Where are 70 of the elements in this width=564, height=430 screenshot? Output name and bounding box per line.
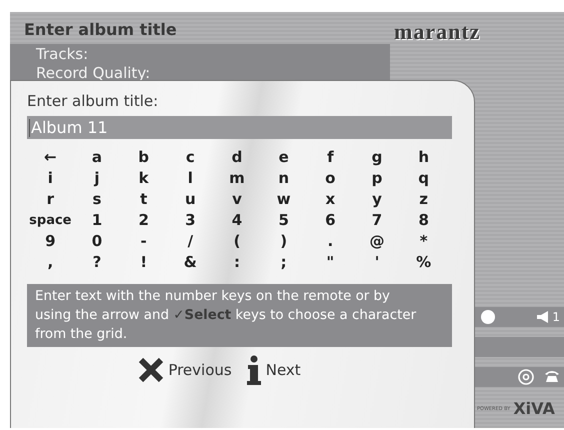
keyboard-key[interactable]: l bbox=[188, 168, 193, 189]
keyboard-key[interactable]: z bbox=[419, 189, 428, 210]
keyboard-key[interactable]: j bbox=[94, 168, 100, 189]
xiva-logo: XiVA bbox=[513, 399, 555, 418]
keyboard-key[interactable]: w bbox=[276, 189, 291, 210]
keyboard-key[interactable]: 2 bbox=[138, 210, 149, 231]
keyboard-key[interactable]: * bbox=[420, 231, 428, 252]
help-text: Enter text with the number keys on the remote or by using the arrow and ✓Select keys to choose a character from the grid. bbox=[27, 284, 452, 347]
keyboard-key[interactable]: space bbox=[29, 210, 72, 231]
info-label: Record Quality: bbox=[36, 64, 150, 83]
keyboard-key[interactable]: f bbox=[327, 147, 334, 168]
brand-logo: marantz bbox=[394, 20, 480, 44]
keyboard-key[interactable]: @ bbox=[369, 231, 384, 252]
keyboard-key[interactable]: q bbox=[418, 168, 430, 189]
phone-icon bbox=[544, 369, 560, 383]
keyboard-key[interactable]: y bbox=[372, 189, 382, 210]
keyboard-key[interactable]: 7 bbox=[372, 210, 382, 231]
keyboard-key[interactable]: ← bbox=[44, 147, 57, 168]
keyboard-key[interactable]: / bbox=[188, 231, 194, 252]
keyboard-key[interactable]: 1 bbox=[92, 210, 102, 231]
keyboard-key[interactable]: t bbox=[140, 189, 148, 210]
keyboard-key[interactable]: v bbox=[232, 189, 242, 210]
keyboard-key[interactable]: - bbox=[140, 231, 147, 252]
keyboard-key[interactable]: , bbox=[47, 252, 54, 273]
keyboard-key[interactable]: s bbox=[92, 189, 102, 210]
keyboard-key[interactable]: 6 bbox=[325, 210, 336, 231]
record-icon bbox=[481, 310, 495, 324]
screen-title: Enter album title bbox=[23, 19, 178, 41]
keyboard-key[interactable]: ( bbox=[234, 231, 240, 252]
keyboard-key[interactable]: o bbox=[325, 168, 336, 189]
keyboard-key[interactable]: . bbox=[327, 231, 334, 252]
keyboard-key[interactable]: 0 bbox=[92, 231, 102, 252]
keyboard-key[interactable]: b bbox=[138, 147, 150, 168]
keyboard-key[interactable]: 4 bbox=[232, 210, 242, 231]
keyboard-key[interactable]: h bbox=[418, 147, 429, 168]
cross-icon bbox=[138, 357, 164, 383]
volume-level: 1 bbox=[552, 310, 560, 324]
keyboard-key[interactable]: 5 bbox=[278, 210, 289, 231]
previous-button[interactable]: Previous bbox=[138, 355, 232, 385]
keyboard-key[interactable]: ? bbox=[92, 252, 102, 273]
disc-icon bbox=[518, 369, 534, 385]
keyboard-key[interactable]: u bbox=[184, 189, 196, 210]
keyboard-key[interactable]: e bbox=[278, 147, 289, 168]
speaker-icon bbox=[537, 311, 550, 323]
keyboard-key[interactable]: ' bbox=[374, 252, 380, 273]
next-button[interactable]: Next bbox=[246, 355, 301, 385]
keyboard-key[interactable]: ; bbox=[280, 252, 287, 273]
keyboard-key[interactable]: % bbox=[416, 252, 432, 273]
keyboard-key[interactable]: p bbox=[372, 168, 382, 189]
keyboard-key[interactable]: 3 bbox=[185, 210, 196, 231]
dialog-title: Enter album title: bbox=[27, 91, 158, 112]
keyboard-key[interactable]: 8 bbox=[418, 210, 429, 231]
keyboard-key[interactable]: d bbox=[232, 147, 242, 168]
keyboard-key[interactable]: x bbox=[325, 189, 336, 210]
keyboard-key[interactable]: a bbox=[92, 147, 102, 168]
info-icon bbox=[246, 355, 262, 385]
keyboard-key[interactable]: k bbox=[138, 168, 149, 189]
keyboard-key[interactable]: i bbox=[48, 168, 53, 189]
keyboard-key[interactable]: & bbox=[184, 252, 197, 273]
keyboard-key[interactable]: c bbox=[186, 147, 195, 168]
keyboard-key[interactable]: : bbox=[234, 252, 240, 273]
keyboard-key[interactable]: g bbox=[372, 147, 382, 168]
keyboard-key[interactable]: ! bbox=[140, 252, 148, 273]
keyboard-key[interactable]: m bbox=[229, 168, 245, 189]
keyboard-key[interactable]: 9 bbox=[45, 231, 56, 252]
info-label: Tracks: bbox=[36, 45, 88, 64]
keyboard-key[interactable]: n bbox=[278, 168, 289, 189]
keyboard-key[interactable]: r bbox=[46, 189, 54, 210]
keyboard-key[interactable]: ) bbox=[280, 231, 288, 252]
keyboard-key[interactable]: " bbox=[326, 252, 334, 273]
